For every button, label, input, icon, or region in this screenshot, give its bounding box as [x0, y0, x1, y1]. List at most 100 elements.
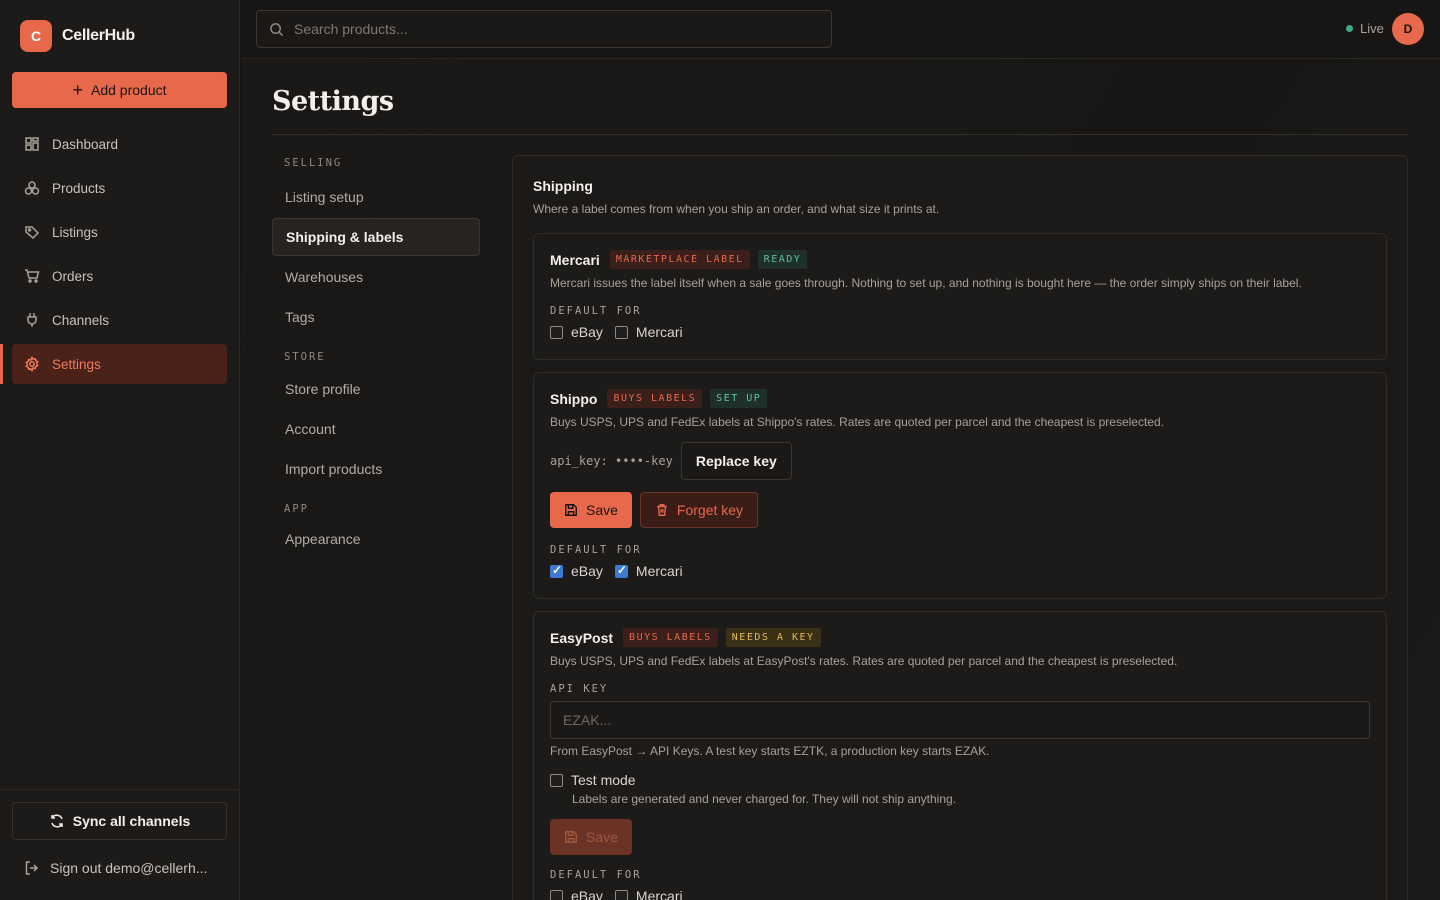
sync-all-channels-button[interactable]: Sync all channels	[12, 802, 227, 840]
settings-nav-warehouses[interactable]: Warehouses	[272, 258, 480, 296]
card-header: Mercari MARKETPLACE LABEL READY	[550, 250, 808, 269]
grid-icon	[25, 137, 39, 151]
nav-item-products[interactable]: Products	[12, 168, 227, 208]
refresh-icon	[50, 814, 63, 828]
default-mercari-checkbox[interactable]: Mercari	[614, 563, 683, 579]
forget-label: Forget key	[676, 502, 744, 518]
default-ebay-checkbox[interactable]: eBay	[550, 888, 603, 900]
title-divider	[272, 134, 1408, 135]
avatar[interactable]: D	[1392, 13, 1424, 45]
sign-out-label: Sign out demo@cellerh...	[50, 860, 208, 876]
boxes-icon	[24, 181, 40, 195]
status-label: Live	[1360, 21, 1384, 36]
sync-label: Sync all channels	[72, 813, 191, 829]
nav-label: Dashboard	[52, 136, 119, 152]
shipping-panel: Shipping Where a label comes from when y…	[512, 155, 1408, 900]
sidebar-divider	[0, 789, 240, 790]
checkbox-label: eBay	[571, 888, 603, 900]
provider-description: Mercari issues the label itself when a s…	[550, 276, 1302, 290]
default-ebay-checkbox[interactable]: eBay	[550, 324, 603, 340]
provider-name: Shippo	[550, 390, 598, 407]
nav-label: Listings	[52, 224, 98, 240]
default-mercari-checkbox[interactable]: Mercari	[614, 888, 683, 900]
type-badge: BUYS LABELS	[623, 628, 718, 647]
checkbox-box	[614, 889, 628, 900]
nav-label: Orders	[52, 268, 94, 284]
nav-item-channels[interactable]: Channels	[12, 300, 227, 340]
nav-group-selling: SELLING	[284, 157, 343, 169]
settings-nav-account[interactable]: Account	[272, 410, 480, 448]
brand[interactable]: C CellerHub	[20, 20, 135, 52]
default-for-label: DEFAULT FOR	[550, 869, 642, 881]
provider-description: Buys USPS, UPS and FedEx labels at Shipp…	[550, 415, 1164, 429]
default-for-label: DEFAULT FOR	[550, 544, 642, 556]
save-icon	[565, 831, 577, 843]
checkbox-label: Mercari	[635, 324, 683, 340]
status-badge: READY	[757, 250, 808, 269]
sign-out-link[interactable]: Sign out demo@cellerh...	[24, 860, 207, 876]
search-input[interactable]	[294, 21, 794, 37]
api-key-input[interactable]	[550, 701, 1370, 739]
default-mercari-checkbox[interactable]: Mercari	[614, 324, 683, 340]
settings-nav-tags[interactable]: Tags	[272, 298, 480, 336]
checkbox-box	[550, 325, 563, 339]
forget-key-button[interactable]: Forget key	[639, 492, 759, 528]
status-badge: SET UP	[710, 389, 768, 408]
nav-item-settings[interactable]: Settings	[12, 344, 227, 384]
settings-nav-store-profile[interactable]: Store profile	[272, 370, 480, 408]
provider-card-mercari: Mercari MARKETPLACE LABEL READY Mercari …	[533, 233, 1387, 360]
save-label: Save	[586, 829, 618, 845]
default-ebay-checkbox[interactable]: eBay	[550, 563, 603, 579]
page-title: Settings	[272, 86, 394, 117]
checkbox-label: Mercari	[635, 888, 683, 900]
save-label: Save	[586, 502, 618, 518]
nav-label: Settings	[52, 356, 101, 372]
panel-title: Shipping	[533, 178, 593, 194]
checkbox-label: eBay	[571, 324, 603, 340]
active-indicator	[0, 344, 3, 384]
brand-logo: C	[20, 20, 52, 52]
checkbox-box	[550, 563, 563, 578]
settings-nav-appearance[interactable]: Appearance	[272, 520, 480, 558]
nav-item-orders[interactable]: Orders	[12, 256, 227, 296]
settings-nav-import-products[interactable]: Import products	[272, 450, 480, 488]
settings-nav-shipping-labels[interactable]: Shipping & labels	[272, 218, 480, 256]
checkbox-box	[550, 889, 563, 900]
masked-api-key: api_key: ••••-key	[550, 454, 673, 468]
checkbox-label: Test mode	[571, 772, 636, 788]
save-button[interactable]: Save	[550, 819, 632, 855]
checkbox-label: eBay	[571, 563, 603, 579]
add-product-button[interactable]: + Add product	[12, 72, 227, 108]
nav-item-listings[interactable]: Listings	[12, 212, 227, 252]
save-button[interactable]: Save	[550, 492, 632, 528]
api-key-row: api_key: ••••-key Replace key	[550, 442, 792, 480]
type-badge: BUYS LABELS	[607, 389, 703, 408]
settings-nav-listing-setup[interactable]: Listing setup	[272, 178, 480, 216]
nav-item-dashboard[interactable]: Dashboard	[12, 124, 227, 164]
add-product-label: Add product	[91, 82, 167, 98]
plus-icon: +	[72, 80, 83, 100]
action-buttons: Save	[550, 819, 632, 855]
status-dot	[1346, 25, 1353, 32]
type-badge: MARKETPLACE LABEL	[609, 250, 750, 269]
test-mode-checkbox[interactable]: Test mode	[550, 772, 636, 788]
checkbox-box	[614, 563, 628, 578]
replace-key-button[interactable]: Replace key	[680, 442, 792, 480]
main-nav: Dashboard Products Listings Orders Chann…	[12, 124, 227, 388]
plug-icon	[27, 313, 37, 327]
live-status: Live	[1346, 21, 1384, 36]
provider-name: Mercari	[550, 251, 600, 268]
nav-label: Channels	[52, 312, 110, 328]
search-box[interactable]	[256, 10, 832, 48]
api-key-label: API KEY	[550, 683, 609, 695]
checkbox-box	[550, 773, 563, 787]
default-for-label: DEFAULT FOR	[550, 305, 642, 317]
settings-nav: SELLING Listing setup Shipping & labels …	[272, 150, 480, 560]
provider-card-easypost: EasyPost BUYS LABELS NEEDS A KEY Buys US…	[533, 611, 1387, 900]
save-icon	[565, 504, 577, 516]
provider-card-shippo: Shippo BUYS LABELS SET UP Buys USPS, UPS…	[533, 372, 1387, 599]
trash-icon	[657, 504, 667, 516]
checkbox-label: Mercari	[635, 563, 683, 579]
nav-label: Products	[52, 180, 106, 196]
topbar: Live D	[241, 0, 1440, 59]
